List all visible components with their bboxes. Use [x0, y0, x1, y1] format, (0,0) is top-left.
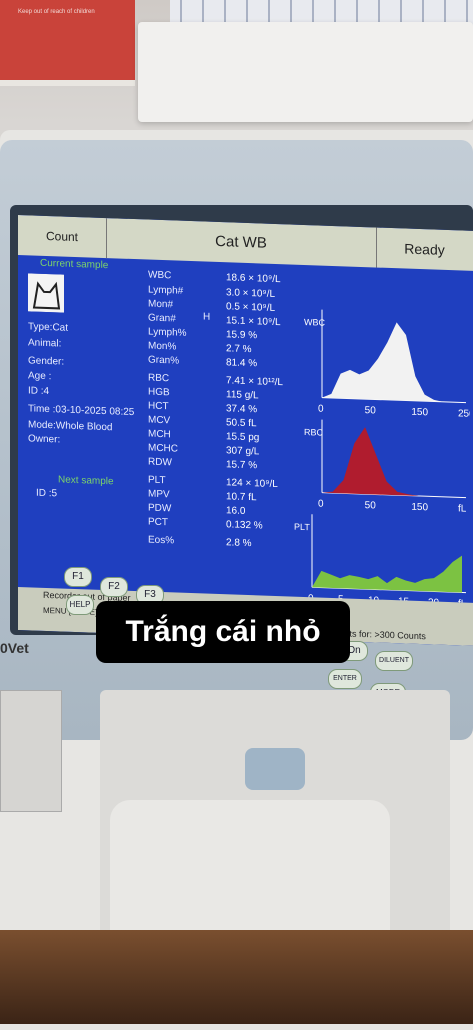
histogram-label: PLT	[294, 522, 310, 533]
histogram-curve	[322, 427, 462, 498]
high-flag: H	[203, 311, 211, 323]
result-name-rbc: RBC	[148, 372, 170, 385]
result-name-hgb: HGB	[148, 386, 170, 399]
result-value-eos-pct: 2.8 %	[226, 537, 252, 550]
result-name-gran-count: Gran#	[148, 312, 176, 325]
result-name-pct: PCT	[148, 516, 168, 529]
result-value-hgb: 115 g/L	[226, 389, 259, 402]
diluent-key[interactable]: DILUENT	[375, 651, 413, 671]
printer-slot	[0, 690, 62, 812]
result-name-eos-pct: Eos%	[148, 534, 175, 547]
profile-title: Cat WB	[106, 218, 377, 268]
cat-icon	[28, 273, 64, 313]
tab-count[interactable]: Count	[18, 215, 107, 259]
overlay-caption: Trắng cái nhỏ	[96, 601, 350, 663]
owner-field: Owner:	[28, 433, 61, 446]
f1-key[interactable]: F1	[64, 567, 92, 587]
result-name-plt: PLT	[148, 474, 166, 487]
brand-label: 0Vet	[0, 640, 29, 656]
result-value-wbc: 18.6 × 10⁹/L	[226, 272, 281, 286]
axis-tick-label: 150	[411, 407, 428, 419]
result-value-lymph-pct: 15.9 %	[226, 329, 258, 342]
result-value-mcv: 50.5 fL	[226, 417, 257, 430]
time-field: Time :03-10-2025 08:25	[28, 403, 135, 419]
type-field: Type:Cat	[28, 321, 69, 334]
result-name-hct: HCT	[148, 400, 169, 413]
current-sample-label: Current sample	[40, 257, 109, 272]
result-name-lymph-count: Lymph#	[148, 284, 184, 297]
result-name-mch: MCH	[148, 428, 171, 441]
result-name-mon-count: Mon#	[148, 298, 174, 311]
result-value-mon-pct: 2.7 %	[226, 343, 252, 356]
result-name-mon-pct: Mon%	[148, 340, 177, 353]
help-key[interactable]: HELP	[66, 595, 94, 615]
result-name-mchc: MCHC	[148, 442, 178, 455]
result-value-lymph-count: 3.0 × 10⁹/L	[226, 287, 276, 300]
axis-tick-label: 0	[318, 403, 324, 414]
histogram-label: WBC	[304, 317, 325, 328]
axis-tick-label: 50	[365, 500, 377, 511]
reagent-box-text: Keep out of reach of children	[18, 9, 95, 15]
result-value-plt: 124 × 10⁹/L	[226, 477, 278, 491]
result-value-gran-count: 15.1 × 10⁹/L	[226, 315, 281, 329]
result-value-gran-pct: 81.4 %	[226, 357, 258, 370]
result-value-mchc: 307 g/L	[226, 445, 260, 458]
result-name-lymph-pct: Lymph%	[148, 326, 187, 339]
result-value-mpv: 10.7 fL	[226, 491, 257, 504]
histogram-label: RBC	[304, 427, 323, 438]
enter-key[interactable]: ENTER	[328, 669, 362, 689]
result-value-rdw: 15.7 %	[226, 459, 258, 472]
styrofoam-box	[138, 22, 473, 122]
result-name-mpv: MPV	[148, 488, 170, 501]
result-name-mcv: MCV	[148, 414, 171, 427]
f2-key[interactable]: F2	[100, 577, 128, 597]
sample-probe	[245, 748, 305, 790]
axis-tick-label: 50	[365, 405, 377, 416]
age-field: Age :	[28, 370, 52, 383]
gender-field: Gender:	[28, 355, 65, 368]
histogram-curve	[322, 322, 462, 403]
axis-tick-label: 0	[318, 498, 324, 509]
reagent-box: Keep out of reach of children	[0, 0, 135, 86]
animal-field: Animal:	[28, 337, 62, 350]
axis-tick-label: fL	[458, 503, 467, 514]
result-value-rbc: 7.41 × 10¹²/L	[226, 375, 283, 389]
results-list: WBC 18.6 × 10⁹/L Lymph# 3.0 × 10⁹/L Mon# 0.5 …	[148, 270, 298, 550]
wooden-table	[0, 930, 473, 1024]
next-id-field: ID :5	[36, 487, 58, 500]
result-value-mch: 15.5 pg	[226, 431, 260, 444]
result-value-mon-count: 0.5 × 10⁹/L	[226, 301, 276, 314]
rbc-histogram: 0 50 150 fL RBC	[304, 419, 467, 515]
wbc-histogram: 0 50 150 250 WBC	[304, 309, 470, 420]
axis-tick-label: 150	[411, 502, 428, 514]
mode-field: Mode:Whole Blood	[28, 419, 113, 434]
result-name-rdw: RDW	[148, 456, 172, 469]
next-sample-label: Next sample	[58, 474, 114, 488]
result-value-pct: 0.132 %	[226, 519, 263, 532]
result-value-pdw: 16.0	[226, 505, 246, 517]
status-ready: Ready	[404, 240, 445, 258]
axis-tick-label: 250	[458, 408, 470, 420]
result-value-hct: 37.4 %	[226, 403, 258, 416]
result-name-wbc: WBC	[148, 269, 172, 282]
id-field: ID :4	[28, 385, 50, 398]
result-name-pdw: PDW	[148, 502, 172, 515]
result-name-gran-pct: Gran%	[148, 354, 180, 367]
